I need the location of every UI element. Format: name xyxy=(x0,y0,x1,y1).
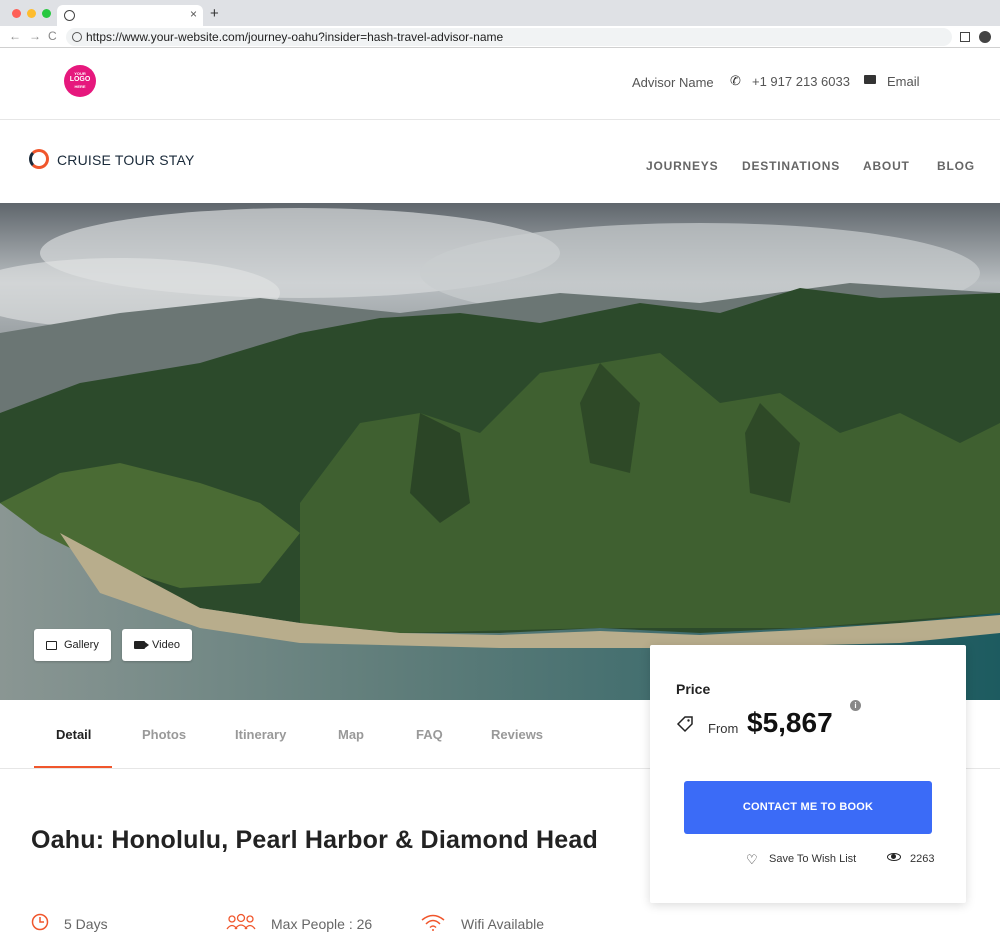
gallery-icon xyxy=(46,640,57,650)
tab-faq[interactable]: FAQ xyxy=(416,727,443,742)
window-controls xyxy=(12,9,51,18)
price-label: Price xyxy=(676,681,711,697)
video-button[interactable]: Video xyxy=(122,629,192,661)
video-label: Video xyxy=(152,639,180,651)
forward-button[interactable]: → xyxy=(29,29,41,43)
gallery-label: Gallery xyxy=(64,639,99,651)
tab-strip: × + xyxy=(0,0,1000,26)
people-icon xyxy=(226,913,256,930)
minimize-window-button[interactable] xyxy=(27,9,36,18)
max-people: Max People : 26 xyxy=(271,916,373,932)
logo-sub-text: HERE xyxy=(74,84,86,89)
tab-map[interactable]: Map xyxy=(338,727,364,742)
tab-itinerary[interactable]: Itinerary xyxy=(235,727,286,742)
trip-duration: 5 Days xyxy=(64,916,108,932)
gallery-button[interactable]: Gallery xyxy=(34,629,111,661)
sidebar-toggle-icon[interactable] xyxy=(960,32,970,42)
tag-icon xyxy=(676,716,693,733)
clock-icon xyxy=(31,913,49,931)
hero-image: Gallery Video xyxy=(0,203,1000,700)
nav-item-about[interactable]: ABOUT xyxy=(863,159,910,173)
eye-icon xyxy=(887,853,901,861)
close-tab-icon[interactable]: × xyxy=(190,7,197,21)
brand-name[interactable]: CRUISE TOUR STAY xyxy=(57,152,195,168)
wifi-availability: Wifi Available xyxy=(461,916,545,932)
advisor-logo[interactable]: YOUR LOGO HERE xyxy=(64,65,96,97)
site-info-icon[interactable] xyxy=(72,32,82,42)
view-count: 2263 xyxy=(910,853,935,865)
heart-icon[interactable]: ♡ xyxy=(746,852,758,868)
advisor-phone[interactable]: +1 917 213 6033 xyxy=(752,74,850,89)
tab-detail[interactable]: Detail xyxy=(56,727,91,742)
tab-reviews[interactable]: Reviews xyxy=(491,727,543,742)
advisor-name: Advisor Name xyxy=(632,75,714,90)
info-icon[interactable]: i xyxy=(850,700,861,711)
logo-main-text: LOGO xyxy=(69,76,91,83)
url-text[interactable]: https://www.your-website.com/journey-oah… xyxy=(86,30,503,44)
browser-chrome: × + ← → C https://www.your-website.com/j… xyxy=(0,0,1000,48)
globe-icon xyxy=(64,10,75,21)
wifi-icon xyxy=(421,914,445,931)
mail-icon xyxy=(864,75,876,84)
tab-photos[interactable]: Photos xyxy=(142,727,186,742)
address-bar[interactable]: https://www.your-website.com/journey-oah… xyxy=(66,28,952,46)
main-nav: CRUISE TOUR STAY JOURNEYS DESTINATIONS A… xyxy=(0,121,1000,203)
brand-logo-icon[interactable] xyxy=(29,149,49,169)
video-icon xyxy=(134,641,149,649)
advisor-bar: YOUR LOGO HERE Advisor Name ✆ +1 917 213… xyxy=(0,48,1000,120)
nav-item-blog[interactable]: BLOG xyxy=(937,159,975,173)
active-tab-indicator xyxy=(34,766,112,768)
close-window-button[interactable] xyxy=(12,9,21,18)
price-from-label: From xyxy=(708,721,739,736)
browser-toolbar: ← → C https://www.your-website.com/journ… xyxy=(0,26,1000,48)
nav-item-destinations[interactable]: DESTINATIONS xyxy=(742,159,840,173)
maximize-window-button[interactable] xyxy=(42,9,51,18)
nav-item-journeys[interactable]: JOURNEYS xyxy=(646,159,718,173)
page-title: Oahu: Honolulu, Pearl Harbor & Diamond H… xyxy=(31,826,598,854)
landscape-illustration xyxy=(0,203,1000,700)
browser-tab[interactable]: × xyxy=(57,5,203,26)
phone-icon: ✆ xyxy=(730,73,741,88)
back-button[interactable]: ← xyxy=(9,29,21,43)
profile-icon[interactable] xyxy=(979,31,991,43)
contact-to-book-button[interactable]: CONTACT ME TO BOOK xyxy=(684,781,932,834)
price-value: $5,867 xyxy=(747,707,833,738)
price-card: Price From $5,867 i CONTACT ME TO BOOK ♡… xyxy=(650,645,966,903)
save-to-wish-list-link[interactable]: Save To Wish List xyxy=(769,853,856,865)
advisor-email-link[interactable]: Email xyxy=(887,74,920,89)
new-tab-button[interactable]: + xyxy=(210,5,219,22)
reload-button[interactable]: C xyxy=(48,29,57,43)
